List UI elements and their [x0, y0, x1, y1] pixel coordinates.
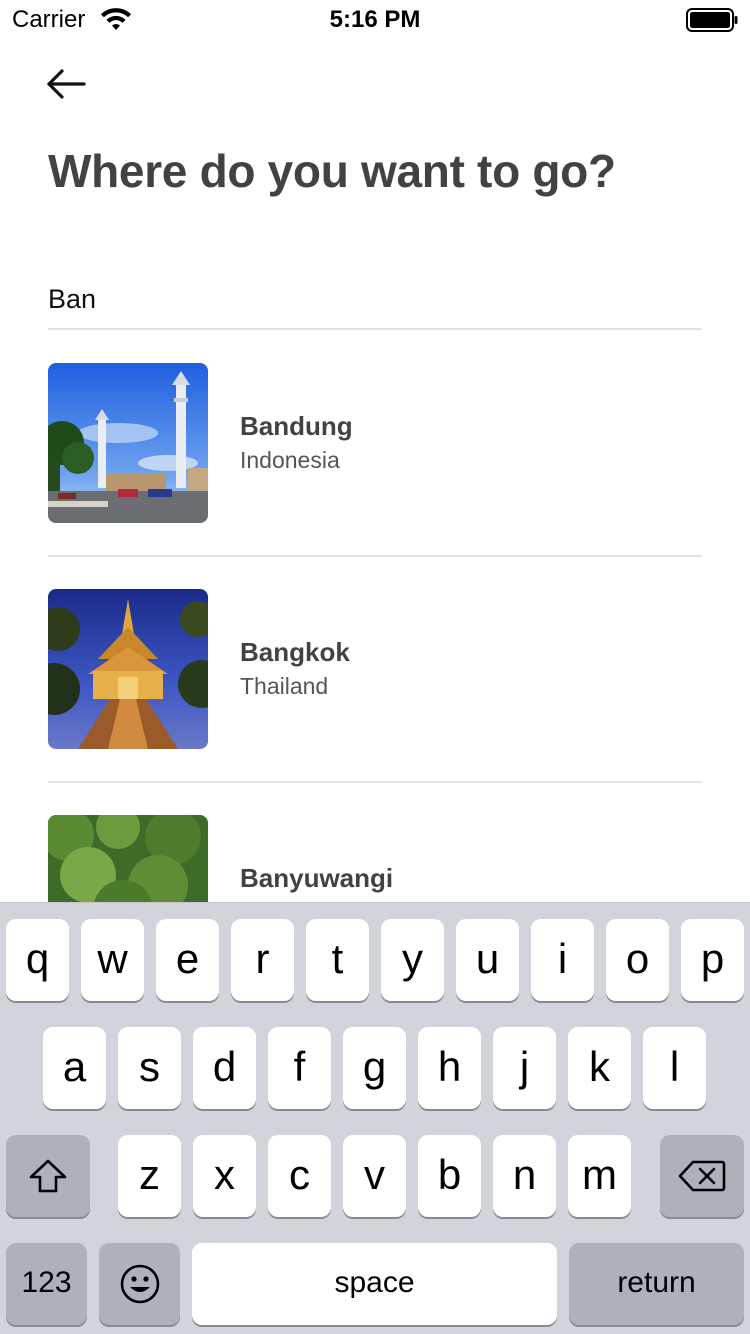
key-i[interactable]: i	[531, 919, 594, 1001]
emoji-key[interactable]	[99, 1243, 180, 1325]
arrow-left-icon	[47, 69, 86, 99]
search-input[interactable]	[48, 270, 702, 330]
bangkok-thumbnail	[48, 589, 208, 749]
key-g[interactable]: g	[343, 1027, 406, 1109]
result-name: Bandung	[240, 411, 353, 441]
key-j[interactable]: j	[493, 1027, 556, 1109]
delete-key[interactable]	[660, 1135, 744, 1217]
numbers-key[interactable]: 123	[6, 1243, 87, 1325]
key-x[interactable]: x	[193, 1135, 256, 1217]
delete-icon	[678, 1160, 726, 1192]
key-q[interactable]: q	[6, 919, 69, 1001]
key-t[interactable]: t	[306, 919, 369, 1001]
shift-icon	[29, 1159, 67, 1193]
return-key[interactable]: return	[569, 1243, 744, 1325]
bandung-thumbnail	[48, 363, 208, 523]
result-item-bangkok[interactable]: Bangkok Thailand	[48, 557, 702, 783]
shift-key[interactable]	[6, 1135, 90, 1217]
key-w[interactable]: w	[81, 919, 144, 1001]
result-country: Thailand	[240, 673, 329, 699]
key-o[interactable]: o	[606, 919, 669, 1001]
status-bar: Carrier 5:16 PM	[0, 0, 750, 40]
key-k[interactable]: k	[568, 1027, 631, 1109]
key-e[interactable]: e	[156, 919, 219, 1001]
key-n[interactable]: n	[493, 1135, 556, 1217]
key-u[interactable]: u	[456, 919, 519, 1001]
keyboard: q w e r t y u i o p a s d f g h j k l z …	[0, 902, 750, 1334]
space-key[interactable]: space	[192, 1243, 557, 1325]
screen: Carrier 5:16 PM Where do you want to go?	[0, 0, 750, 1334]
key-a[interactable]: a	[43, 1027, 106, 1109]
key-d[interactable]: d	[193, 1027, 256, 1109]
result-country: Indonesia	[240, 447, 340, 473]
key-f[interactable]: f	[268, 1027, 331, 1109]
result-name: Banyuwangi	[240, 863, 394, 893]
key-z[interactable]: z	[118, 1135, 181, 1217]
result-item-bandung[interactable]: Bandung Indonesia	[48, 331, 702, 557]
battery-icon	[686, 8, 738, 32]
key-s[interactable]: s	[118, 1027, 181, 1109]
key-c[interactable]: c	[268, 1135, 331, 1217]
key-v[interactable]: v	[343, 1135, 406, 1217]
key-b[interactable]: b	[418, 1135, 481, 1217]
key-r[interactable]: r	[231, 919, 294, 1001]
result-name: Bangkok	[240, 637, 350, 667]
key-y[interactable]: y	[381, 919, 444, 1001]
key-h[interactable]: h	[418, 1027, 481, 1109]
status-time: 5:16 PM	[329, 6, 421, 33]
page-title: Where do you want to go?	[48, 145, 616, 197]
back-button[interactable]	[40, 64, 92, 104]
key-p[interactable]: p	[681, 919, 744, 1001]
key-m[interactable]: m	[568, 1135, 631, 1217]
emoji-icon	[120, 1264, 159, 1304]
key-l[interactable]: l	[643, 1027, 706, 1109]
